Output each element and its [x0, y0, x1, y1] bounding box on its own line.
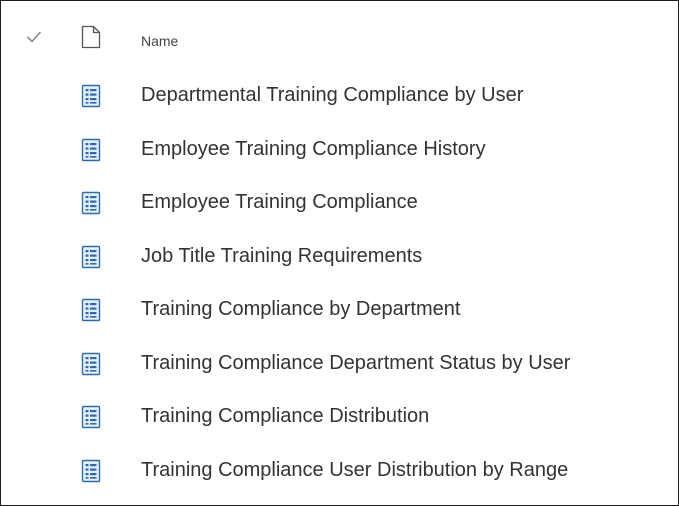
- report-file-icon[interactable]: [81, 298, 101, 322]
- list-item-name-link[interactable]: Training Compliance by Department: [141, 296, 460, 322]
- report-file-icon[interactable]: [81, 459, 101, 483]
- name-column-header[interactable]: Name: [141, 32, 178, 50]
- list-item-name-link[interactable]: Employee Training Compliance: [141, 189, 418, 215]
- list-item[interactable]: Training Compliance Distribution: [1, 388, 678, 442]
- report-file-icon[interactable]: [81, 352, 101, 376]
- list-item-name-link[interactable]: Training Compliance User Distribution by…: [141, 457, 568, 483]
- report-file-icon[interactable]: [81, 84, 101, 108]
- list-item[interactable]: Training Compliance Department Status by…: [1, 335, 678, 389]
- list-item[interactable]: Job Title Training Requirements: [1, 228, 678, 282]
- list-item-name-link[interactable]: Departmental Training Compliance by User: [141, 82, 523, 108]
- report-file-icon[interactable]: [81, 245, 101, 269]
- report-file-icon[interactable]: [81, 191, 101, 215]
- report-file-icon[interactable]: [81, 405, 101, 429]
- list-item-name-link[interactable]: Employee Training Compliance History: [141, 136, 486, 162]
- report-file-icon[interactable]: [81, 138, 101, 162]
- list-item[interactable]: Training Compliance by Department: [1, 281, 678, 335]
- list-item[interactable]: Training Compliance User Distribution by…: [1, 442, 678, 496]
- select-all-checkmark-icon[interactable]: [26, 29, 42, 45]
- list-item-name-link[interactable]: Job Title Training Requirements: [141, 243, 422, 269]
- document-list: Name Departmental Training Compliance by…: [1, 1, 678, 505]
- list-item-name-link[interactable]: Training Compliance Department Status by…: [141, 350, 570, 376]
- document-library-frame: Name Departmental Training Compliance by…: [0, 0, 679, 506]
- list-item-name-link[interactable]: Training Compliance Distribution: [141, 403, 429, 429]
- list-item[interactable]: Departmental Training Compliance by User: [1, 67, 678, 121]
- list-item[interactable]: Employee Training Compliance: [1, 174, 678, 228]
- file-type-document-icon[interactable]: [81, 25, 101, 49]
- list-item[interactable]: Employee Training Compliance History: [1, 121, 678, 175]
